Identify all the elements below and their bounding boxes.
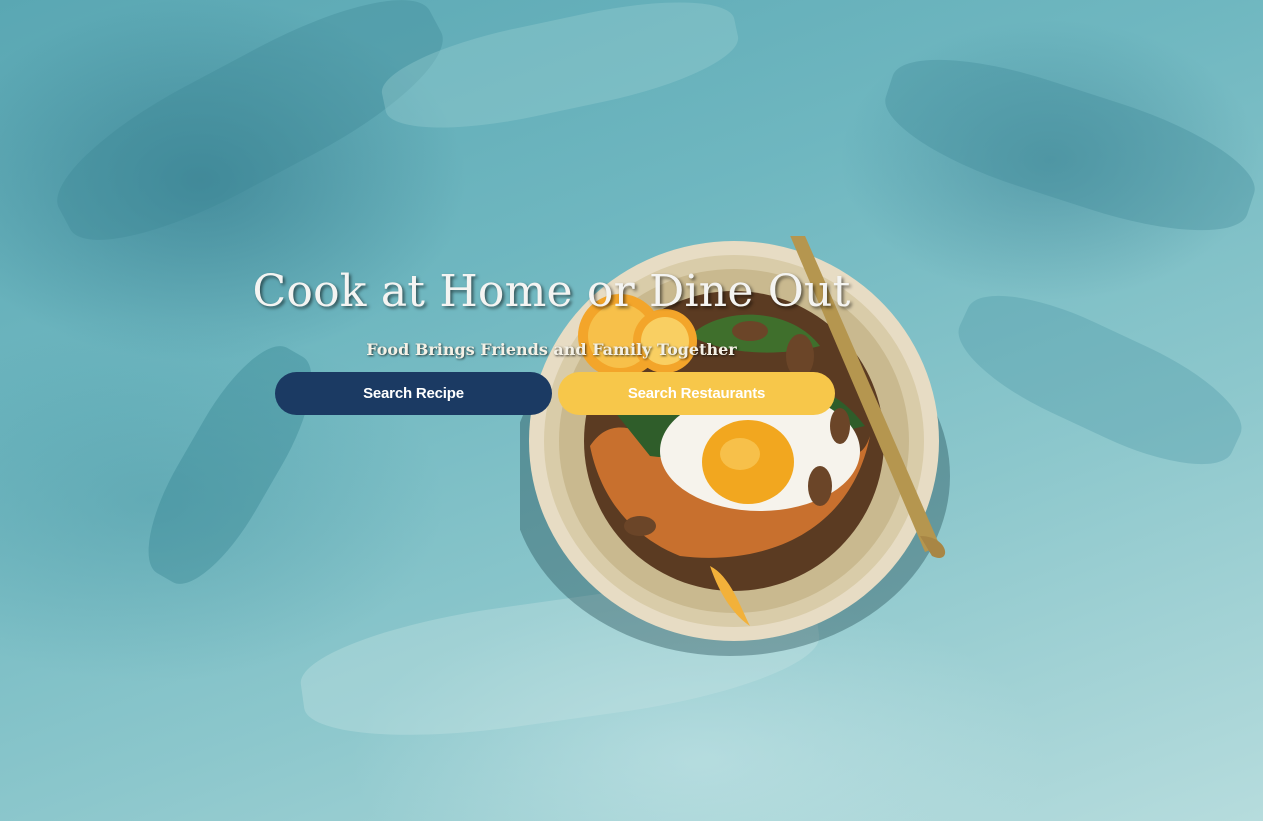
- page-subtitle: Food Brings Friends and Family Together: [366, 340, 737, 359]
- brush-stroke: [36, 0, 464, 272]
- search-restaurants-button[interactable]: Search Restaurants: [558, 372, 835, 415]
- search-recipe-button[interactable]: Search Recipe: [275, 372, 552, 415]
- page-title: Cook at Home or Dine Out: [252, 266, 851, 317]
- brush-stroke: [872, 33, 1263, 257]
- brush-stroke: [126, 329, 334, 601]
